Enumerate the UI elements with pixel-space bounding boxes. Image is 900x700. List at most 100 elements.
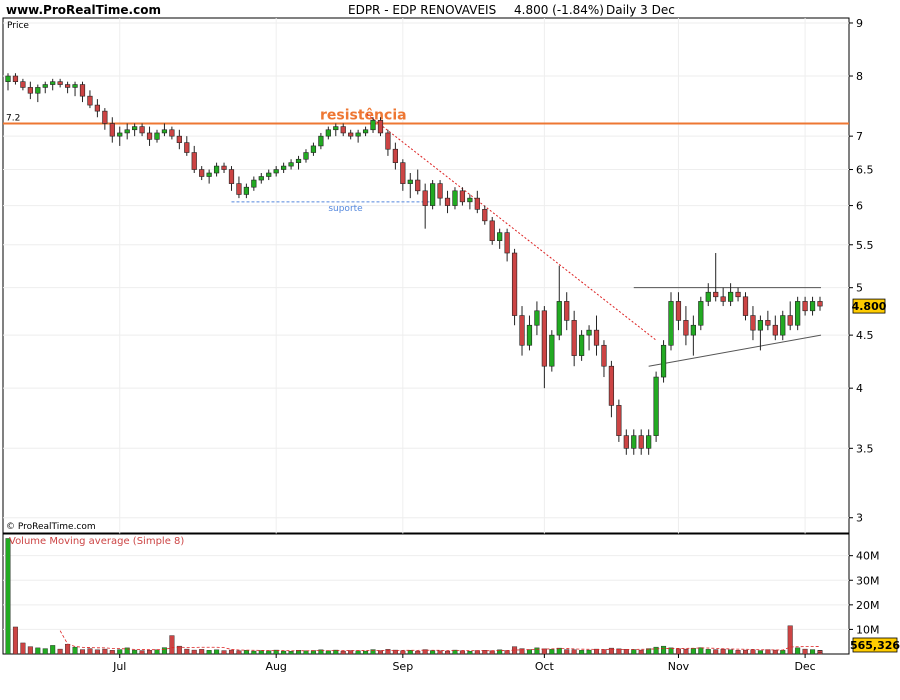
volume-bar [236,650,242,655]
price-panel [2,17,850,534]
price-tick-label: 5 [856,282,863,295]
candle-body [94,104,101,112]
candle-body [407,179,413,184]
candle-body [504,232,510,254]
candle-body [288,162,294,167]
volume-bar [675,648,681,655]
price-tick-label: 9 [856,17,863,30]
volume-last-marker: 565,326 [850,637,900,653]
candle-body [42,84,48,88]
volume-bar [810,649,816,655]
candle-body [713,291,719,298]
volume-bar [467,651,473,655]
candle-body [579,334,585,356]
volume-bar [638,649,644,655]
price-tick-label: 8 [856,70,863,83]
volume-bar [728,649,734,655]
candle-body [392,148,398,163]
candle-body [213,165,220,174]
volume-bar [266,650,272,655]
volume-bar [526,649,532,655]
candle-body [780,315,786,336]
candle-body [765,320,771,326]
price-tick-label: 3.5 [856,442,874,455]
candle-body [430,183,436,206]
volume-bar [206,650,212,655]
candle-body [631,435,637,449]
candle-body [258,176,264,181]
volume-bar [214,649,220,655]
volume-bar [258,650,264,655]
candle-body [132,126,138,131]
candle-body [20,81,26,88]
volume-tick-label: 10M [856,623,880,636]
copyright: © ProRealTime.com [6,522,96,532]
candle-body [310,145,317,153]
candle-body [705,291,711,302]
volume-bar [288,651,294,655]
candle-body [221,165,227,170]
volume-bar [281,650,287,655]
volume-bar [169,635,175,655]
candle-body [87,95,93,106]
volume-bar [42,648,48,655]
volume-bar [94,649,100,655]
volume-bar [802,648,808,655]
candle-body [668,301,674,346]
volume-bar [594,648,600,655]
candle-body [519,315,525,346]
volume-bar [363,650,369,655]
candle-body [206,172,212,177]
support-label: suporte [328,204,363,214]
candle-body [303,152,309,160]
volume-bar [57,648,63,655]
volume-bar [795,647,801,655]
month-label: Aug [265,660,286,673]
volume-bar [87,648,93,655]
volume-bar [72,646,78,655]
candle-body [638,435,644,449]
candle-body [251,179,257,188]
candle-body [720,296,726,302]
volume-tick-label: 30M [856,574,880,587]
candle-body [5,75,11,82]
volume-bar [20,642,26,655]
volume-bar [199,649,205,655]
volume-bar [228,649,234,655]
volume-bar [720,648,726,655]
volume-bar [474,650,480,655]
volume-bar [102,648,108,655]
candle-body [385,132,391,150]
price-volume-chart: www.ProRealTime.com EDPR - EDP RENOVAVEI… [2,3,900,673]
volume-bar [623,649,629,655]
candle-body [564,301,570,321]
candle-body [325,129,331,137]
volume-bar [184,648,190,655]
candle-body [124,129,130,134]
volume-bar [147,650,153,655]
volume-bar [132,649,138,655]
candle-body [333,126,339,131]
volume-bar [698,647,704,655]
candle-body [795,301,801,326]
candle-body [571,320,577,356]
candle-body [50,81,56,85]
site-url[interactable]: www.ProRealTime.com [6,3,161,17]
volume-panel [2,533,850,655]
volume-bar [5,538,11,655]
candle-body [757,320,764,331]
last-price-marker: 4.800 [852,298,887,314]
candle-body [295,158,302,163]
month-label: Oct [535,660,555,673]
candle-body [489,220,495,241]
month-label: Jul [112,660,126,673]
volume-bar [161,647,167,655]
volume-bar [713,649,719,655]
candle-body [400,162,406,184]
volume-bar [541,648,547,655]
candle-body [355,132,361,137]
volume-last-label: 565,326 [850,639,900,652]
candle-body [497,232,503,241]
price-tick-label: 7 [856,130,863,143]
candle-body [102,110,108,124]
